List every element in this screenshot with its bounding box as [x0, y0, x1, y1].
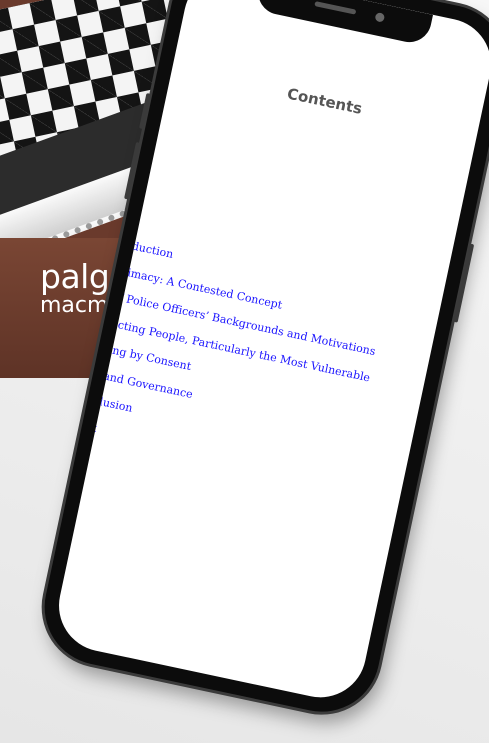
speaker-icon	[314, 1, 357, 15]
table-of-contents: Introduction Legitimacy: A Contested Con…	[64, 228, 431, 504]
notch	[254, 0, 434, 47]
camera-icon	[374, 12, 386, 23]
page-title: Contents	[285, 84, 364, 118]
